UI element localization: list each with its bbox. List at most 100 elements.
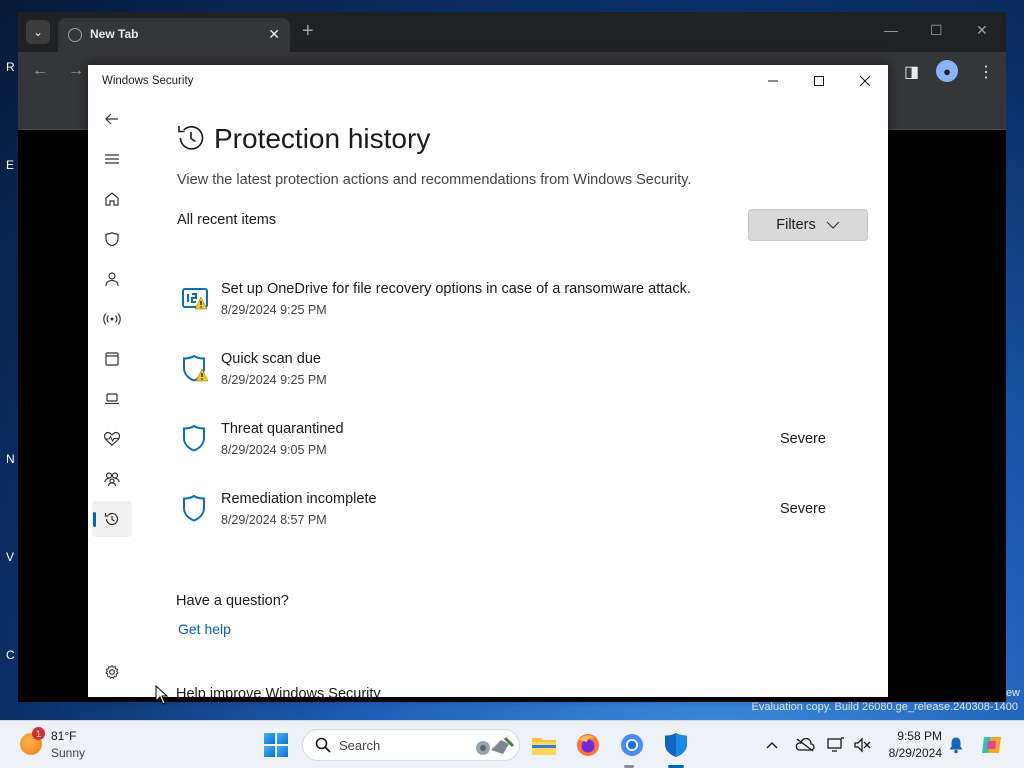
- settings-icon: [105, 664, 119, 680]
- globe-icon: [68, 28, 82, 42]
- family-icon: [104, 472, 120, 487]
- nav-back-button[interactable]: [92, 101, 132, 137]
- shield-warning-icon: [183, 354, 209, 382]
- clock-time[interactable]: 9:58 PM: [884, 729, 942, 743]
- page-description: View the latest protection actions and r…: [177, 172, 692, 188]
- get-help-link[interactable]: Get help: [178, 621, 231, 637]
- filters-button[interactable]: Filters: [748, 209, 868, 241]
- maximize-icon: [814, 76, 824, 86]
- shield-icon: [183, 424, 205, 452]
- filters-label: Filters: [776, 217, 816, 233]
- chrome-button[interactable]: [618, 731, 646, 759]
- tab-search-dropdown-button[interactable]: ⌄: [26, 20, 50, 44]
- item-date: 8/29/2024 9:25 PM: [221, 373, 327, 387]
- menu-icon: [105, 154, 119, 164]
- nav-menu-button[interactable]: [92, 141, 132, 177]
- nav-app-browser-control[interactable]: [92, 341, 132, 377]
- back-icon: [105, 113, 118, 125]
- search-icon: [315, 737, 331, 753]
- folder-icon: [532, 738, 556, 755]
- side-panel-icon[interactable]: ◨: [904, 62, 919, 82]
- section-label: All recent items: [177, 212, 277, 228]
- nav-firewall[interactable]: [92, 301, 132, 337]
- new-tab-button[interactable]: +: [302, 20, 314, 43]
- windows-security-window: Windows Security Protection history View…: [88, 65, 888, 697]
- volume-muted-icon[interactable]: [852, 735, 872, 755]
- mouse-cursor-icon: [155, 685, 169, 705]
- search-placeholder: Search: [339, 738, 381, 753]
- nav-settings[interactable]: [92, 654, 132, 690]
- browser-close-button[interactable]: ✕: [976, 22, 988, 39]
- chevron-down-icon: ⌄: [32, 25, 44, 39]
- item-title: Threat quarantined: [221, 421, 344, 437]
- search-highlight-icon: [476, 736, 515, 755]
- tab-title: New Tab: [90, 27, 139, 41]
- browser-tab[interactable]: New Tab ✕: [58, 18, 290, 52]
- firewall-icon: [103, 313, 121, 325]
- chevron-down-icon: [826, 221, 840, 229]
- maximize-button[interactable]: [804, 70, 834, 92]
- copilot-icon[interactable]: [980, 733, 1004, 757]
- notification-bell-icon[interactable]: [946, 735, 966, 755]
- taskbar-search-box[interactable]: Search: [302, 729, 520, 761]
- start-button[interactable]: [264, 733, 288, 757]
- history-item[interactable]: Threat quarantined 8/29/2024 9:05 PM Sev…: [136, 421, 888, 477]
- network-icon[interactable]: [826, 735, 846, 755]
- profile-avatar-icon[interactable]: ●: [936, 60, 958, 82]
- item-title: Set up OneDrive for file recovery option…: [221, 281, 691, 297]
- browser-minimize-button[interactable]: —: [884, 22, 898, 38]
- history-item[interactable]: Set up OneDrive for file recovery option…: [136, 281, 888, 337]
- defender-shield-icon: [665, 733, 687, 757]
- minimize-icon: [768, 80, 778, 82]
- evaluation-watermark: Evaluation copy. Build 26080.ge_release.…: [751, 701, 1018, 713]
- nav-account-protection[interactable]: [92, 261, 132, 297]
- improve-heading: Help improve Windows Security: [176, 686, 381, 697]
- window-title: Windows Security: [102, 75, 194, 87]
- desktop-icon-fragment[interactable]: V: [6, 550, 14, 564]
- active-indicator: [93, 512, 96, 527]
- desktop-icon-fragment[interactable]: R: [6, 60, 15, 74]
- taskbar: 1 81°F Sunny Search 9:58 PM 8/29/2024: [0, 720, 1024, 768]
- firefox-button[interactable]: [574, 731, 602, 759]
- watermark-fragment: ew: [1005, 687, 1020, 699]
- window-titlebar[interactable]: Windows Security: [88, 65, 888, 97]
- windows-security-button[interactable]: [662, 731, 690, 759]
- show-hidden-icons-chevron-icon[interactable]: [762, 735, 782, 755]
- shield-icon: [105, 231, 119, 247]
- browser-maximize-button[interactable]: ☐: [930, 22, 943, 39]
- history-item[interactable]: Quick scan due 8/29/2024 9:25 PM: [136, 351, 888, 407]
- back-arrow-icon[interactable]: ←: [32, 62, 48, 80]
- page-history-icon: [178, 126, 204, 150]
- forward-arrow-icon[interactable]: →: [68, 62, 84, 80]
- nav-family-options[interactable]: [92, 461, 132, 497]
- browser-tab-strip: ⌄ New Tab ✕ + — ☐ ✕: [18, 12, 1006, 52]
- weather-temp: 81°F: [51, 729, 77, 743]
- item-date: 8/29/2024 9:05 PM: [221, 443, 327, 457]
- history-item[interactable]: Remediation incomplete 8/29/2024 8:57 PM…: [136, 491, 888, 547]
- more-options-icon[interactable]: ⋮: [978, 62, 994, 82]
- device-security-icon: [105, 393, 119, 405]
- desktop-icon-fragment[interactable]: C: [6, 648, 15, 662]
- desktop-icon-fragment[interactable]: E: [6, 158, 14, 172]
- nav-home[interactable]: [92, 181, 132, 217]
- nav-device-security[interactable]: [92, 381, 132, 417]
- onedrive-offline-icon[interactable]: [795, 735, 815, 755]
- chrome-icon: [621, 734, 643, 756]
- history-icon: [104, 512, 119, 526]
- clock-date[interactable]: 8/29/2024: [884, 746, 942, 760]
- weather-badge: 1: [32, 727, 45, 740]
- minimize-button[interactable]: [758, 70, 788, 92]
- desktop-icon-fragment[interactable]: N: [6, 452, 15, 466]
- close-button[interactable]: [850, 70, 880, 92]
- account-icon: [105, 272, 119, 287]
- navigation-sidebar: [88, 97, 136, 697]
- health-icon: [103, 431, 121, 446]
- nav-virus-protection[interactable]: [92, 221, 132, 257]
- nav-protection-history[interactable]: [92, 501, 132, 537]
- tab-close-icon[interactable]: ✕: [268, 26, 280, 43]
- page-title: Protection history: [214, 123, 431, 154]
- onedrive-warning-icon: [182, 288, 208, 310]
- firefox-icon: [577, 734, 599, 756]
- file-explorer-button[interactable]: [530, 731, 558, 759]
- nav-device-performance[interactable]: [92, 421, 132, 457]
